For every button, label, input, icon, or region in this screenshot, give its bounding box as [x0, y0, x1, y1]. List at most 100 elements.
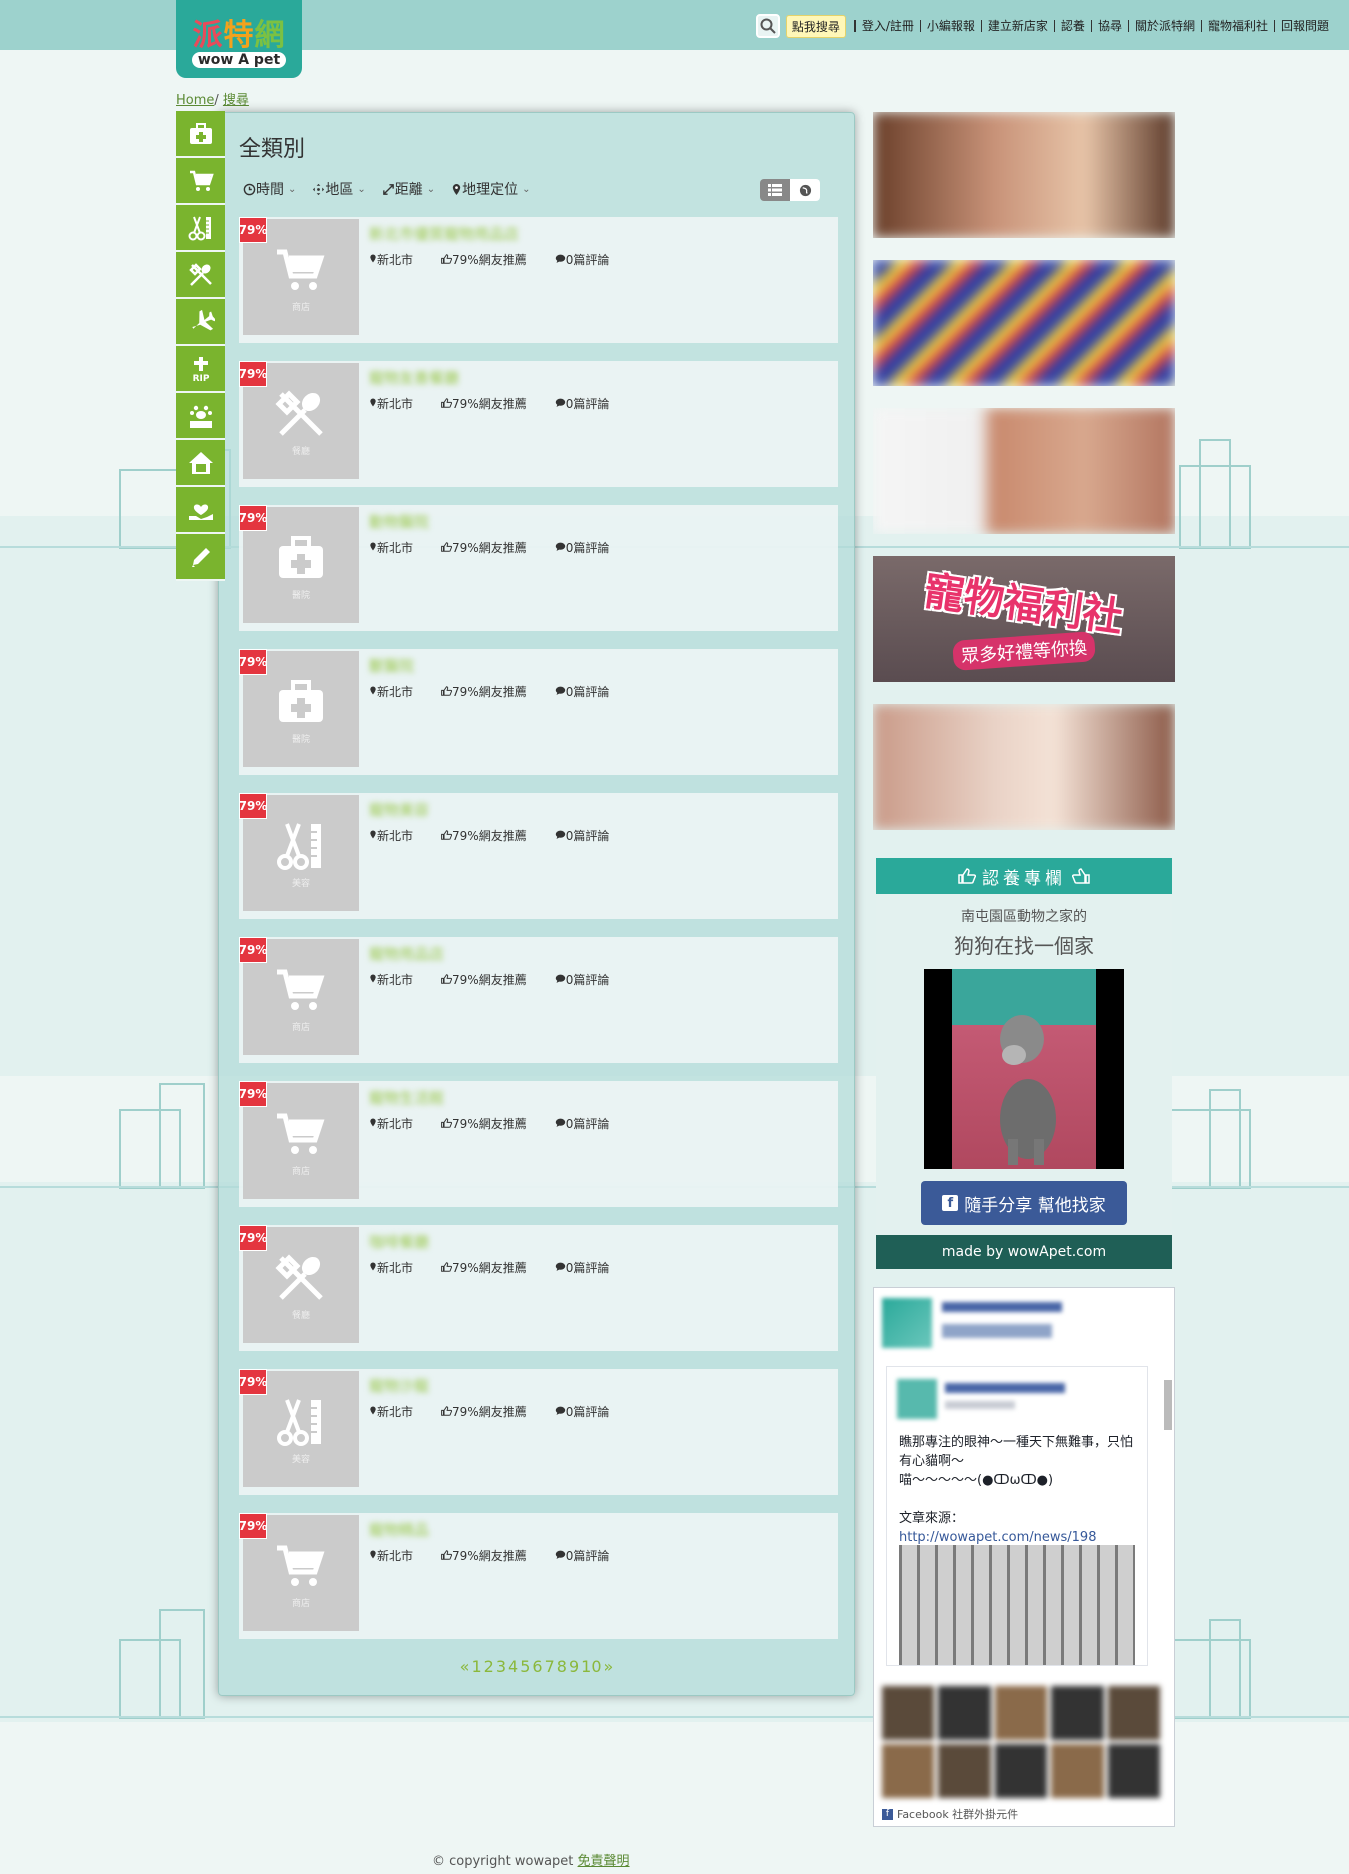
result-card[interactable]: 商店 79% 寵物用品店 新北市 79%網友推薦 0篇評論 — [239, 937, 838, 1063]
adoption-header: 認養專欄 — [876, 858, 1172, 894]
result-category: 商店 — [291, 1166, 310, 1177]
result-reviews-label: 0篇評論 — [565, 541, 610, 555]
result-card[interactable]: 商店 79% 寵物生活館 新北市 79%網友推薦 0篇評論 — [239, 1081, 838, 1207]
result-location: 新北市 — [369, 827, 427, 844]
category-grooming[interactable] — [176, 205, 225, 252]
fb-post[interactable]: 瞧那專注的眼神～一種天下無難事，只怕有心貓啊～ 喵～～～～～(●ↀωↀ●) 文章… — [886, 1366, 1148, 1666]
adoption-dog-photo[interactable] — [924, 969, 1124, 1169]
ad-banner[interactable] — [873, 704, 1175, 830]
breadcrumb-home[interactable]: Home — [176, 93, 214, 108]
result-card[interactable]: 餐廳 79% 寵物友善餐廳 新北市 79%網友推薦 0篇評論 — [239, 361, 838, 487]
map-view-button[interactable] — [790, 179, 820, 201]
nav-about[interactable]: 關於派特網 — [1127, 20, 1201, 32]
result-location-label: 新北市 — [377, 685, 414, 699]
category-edit[interactable] — [176, 534, 225, 581]
result-reviews: 0篇評論 — [555, 683, 624, 700]
category-travel[interactable] — [176, 299, 225, 346]
pagination-page[interactable]: 9 — [569, 1657, 579, 1676]
filter-geolocation[interactable]: 地理定位 ⌄ — [451, 179, 531, 199]
pagination-page[interactable]: 2 — [484, 1657, 494, 1676]
result-name[interactable]: 寵物友善餐廳 — [369, 367, 459, 388]
result-name[interactable]: 動物醫院 — [369, 511, 429, 532]
result-name[interactable]: 咖啡餐廳 — [369, 1231, 429, 1252]
result-card[interactable]: 商店 79% 寵物精品 新北市 79%網友推薦 0篇評論 — [239, 1513, 838, 1639]
right-sidebar: 寵物福利社 眾多好禮等你換 認養專欄 南屯園區動物之家的 狗狗在找一個家 f 隨… — [873, 112, 1175, 1827]
filter-distance[interactable]: 距離 ⌄ — [382, 179, 435, 199]
site-logo[interactable]: 派特網 wow A pet — [176, 0, 302, 78]
nav-login[interactable]: 登入/註冊 — [854, 20, 920, 32]
category-shop[interactable] — [176, 158, 225, 205]
category-care[interactable] — [176, 487, 225, 534]
ad-banner[interactable] — [873, 408, 1175, 534]
pagination-page[interactable]: 7 — [545, 1657, 555, 1676]
category-memorial[interactable]: RIP — [176, 346, 225, 393]
search-button[interactable] — [755, 14, 780, 38]
ad-pet-welfare[interactable]: 寵物福利社 眾多好禮等你換 — [873, 556, 1175, 682]
result-name[interactable]: 寵物用品店 — [369, 943, 444, 964]
nav-welfare[interactable]: 寵物福利社 — [1200, 20, 1274, 32]
filter-time[interactable]: 時間 ⌄ — [243, 179, 296, 199]
ad-title: 寵物福利社 — [921, 568, 1126, 642]
result-meta: 新北市 79%網友推薦 0篇評論 — [369, 1259, 637, 1276]
result-card[interactable]: 商店 79% 新北市優質寵物用品店 新北市 79%網友推薦 0篇評論 — [239, 217, 838, 343]
category-restaurant[interactable] — [176, 252, 225, 299]
search-hint[interactable]: 點我搜尋 — [785, 14, 846, 38]
breadcrumb: Home/ 搜尋 — [176, 89, 249, 108]
result-card[interactable]: 醫院 79% 動物醫院 新北市 79%網友推薦 0篇評論 — [239, 505, 838, 631]
pagination-page[interactable]: 5 — [520, 1657, 530, 1676]
pagination-next[interactable]: » — [604, 1657, 614, 1676]
recommend-badge: 79% — [239, 1225, 267, 1251]
ad-subtitle: 眾多好禮等你換 — [952, 631, 1096, 671]
nav-lost-pet[interactable]: 協尋 — [1090, 20, 1128, 32]
adoption-footer[interactable]: made by wowApet.com — [876, 1235, 1172, 1269]
ad-banner[interactable] — [873, 112, 1175, 238]
fb-post-image[interactable] — [899, 1545, 1135, 1665]
result-recommend-label: 79%網友推薦 — [452, 253, 527, 267]
facebook-page-plugin[interactable]: 瞧那專注的眼神～一種天下無難事，只怕有心貓啊～ 喵～～～～～(●ↀωↀ●) 文章… — [873, 1287, 1175, 1827]
ad-banner[interactable] — [873, 260, 1175, 386]
result-name[interactable]: 寵物沙龍 — [369, 1375, 429, 1396]
result-card[interactable]: 美容 79% 寵物美容 新北市 79%網友推薦 0篇評論 — [239, 793, 838, 919]
pagination-page[interactable]: 8 — [557, 1657, 567, 1676]
result-name[interactable]: 獸醫院 — [369, 655, 414, 676]
comment-icon — [555, 398, 565, 407]
nav-adopt[interactable]: 認養 — [1053, 20, 1091, 32]
result-name[interactable]: 新北市優質寵物用品店 — [369, 223, 519, 244]
category-adoption[interactable] — [176, 440, 225, 487]
recommend-badge: 79% — [239, 649, 267, 675]
disclaimer-link[interactable]: 免責聲明 — [578, 1854, 630, 1869]
fb-post-link[interactable]: http://wowapet.com/news/198 — [899, 1530, 1096, 1545]
result-card[interactable]: 餐廳 79% 咖啡餐廳 新北市 79%網友推薦 0篇評論 — [239, 1225, 838, 1351]
pagination-page[interactable]: 4 — [508, 1657, 518, 1676]
recommend-badge: 79% — [239, 1081, 267, 1107]
category-medical[interactable] — [176, 111, 225, 158]
nav-report[interactable]: 回報問題 — [1273, 20, 1335, 32]
nav-editor-news[interactable]: 小編報報 — [919, 20, 981, 32]
comment-icon — [555, 1406, 565, 1415]
result-location: 新北市 — [369, 1259, 427, 1276]
chevron-down-icon: ⌄ — [357, 183, 366, 195]
pagination-page[interactable]: 6 — [532, 1657, 542, 1676]
pagination-prev[interactable]: « — [460, 1657, 470, 1676]
nav-new-store[interactable]: 建立新店家 — [980, 20, 1054, 32]
pagination-page[interactable]: 10 — [581, 1657, 601, 1676]
filter-region[interactable]: 地區 ⌄ — [312, 179, 366, 199]
pagination-page[interactable]: 3 — [496, 1657, 506, 1676]
breadcrumb-current[interactable]: 搜尋 — [223, 93, 249, 108]
pagination-page[interactable]: 1 — [471, 1657, 481, 1676]
result-card[interactable]: 醫院 79% 獸醫院 新北市 79%網友推薦 0篇評論 — [239, 649, 838, 775]
share-button[interactable]: f 隨手分享 幫他找家 — [921, 1181, 1127, 1225]
scrollbar[interactable] — [1162, 1366, 1172, 1666]
breadcrumb-separator: / — [214, 93, 219, 108]
recommend-badge: 79% — [239, 505, 267, 531]
result-name[interactable]: 寵物精品 — [369, 1519, 429, 1540]
result-name[interactable]: 寵物美容 — [369, 799, 429, 820]
adoption-body: 南屯園區動物之家的 狗狗在找一個家 f 隨手分享 幫他找家 — [876, 894, 1172, 1235]
result-card[interactable]: 美容 79% 寵物沙龍 新北市 79%網友推薦 0篇評論 — [239, 1369, 838, 1495]
result-location-label: 新北市 — [377, 1549, 414, 1563]
adoption-widget: 認養專欄 南屯園區動物之家的 狗狗在找一個家 f 隨手分享 幫他找家 made … — [876, 858, 1172, 1269]
category-lost-pet[interactable] — [176, 393, 225, 440]
list-view-button[interactable] — [760, 179, 790, 201]
result-name[interactable]: 寵物生活館 — [369, 1087, 444, 1108]
logo-subtext: wow A pet — [191, 52, 287, 68]
